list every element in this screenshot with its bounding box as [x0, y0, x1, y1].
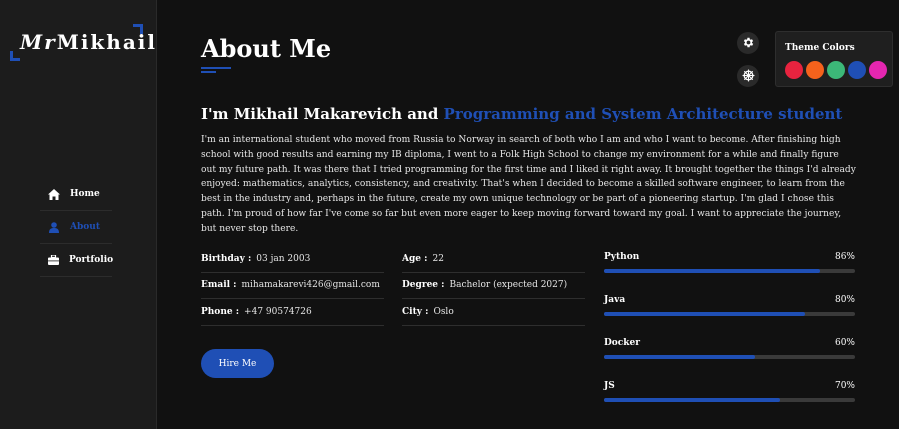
info-value[interactable]: mihamakarevi426@gmail.com [242, 280, 380, 290]
nav-item-home[interactable]: Home [40, 178, 112, 211]
skill-docker: Docker 60% [604, 338, 855, 381]
info-value: Oslo [433, 306, 454, 317]
info-key: Age : [402, 253, 428, 264]
logo[interactable]: MrMikhail [10, 24, 155, 61]
style-switcher-button[interactable] [737, 65, 759, 87]
info-value: 22 [432, 253, 444, 264]
info-row-birthday: Birthday : 03 jan 2003 [201, 246, 384, 273]
gear-icon [742, 34, 755, 53]
info-row-degree: Degree : Bachelor (expected 2027) [402, 273, 585, 299]
logo-corner-bottom-left [10, 51, 20, 61]
intro-role: Programming and System Architecture stud… [443, 105, 843, 123]
settings-button[interactable] [737, 32, 759, 54]
bio-paragraph: I'm an international student who moved f… [201, 135, 856, 234]
nav-item-label: Home [70, 189, 100, 199]
skill-percent: 80% [834, 295, 855, 305]
logo-name: Mikhail [56, 30, 157, 54]
skill-fill [604, 355, 755, 359]
skill-java: Java 80% [604, 295, 855, 338]
intro-heading: I'm Mikhail Makarevich and Programming a… [201, 105, 842, 123]
color-swatch-red[interactable] [785, 61, 803, 79]
wheel-icon [742, 67, 755, 86]
info-key: Email : [201, 280, 237, 291]
briefcase-icon [48, 254, 59, 266]
hire-me-button[interactable]: Hire Me [201, 349, 274, 378]
color-swatch-blue[interactable] [848, 61, 866, 79]
skill-track [604, 355, 855, 359]
info-row-phone: Phone : +47 90574726 [201, 299, 384, 326]
info-row-email: Email : mihamakarevi426@gmail.com [201, 273, 384, 299]
skill-name: Docker [604, 338, 640, 348]
nav-item-portfolio[interactable]: Portfolio [40, 244, 114, 277]
color-swatch-orange[interactable] [806, 61, 824, 79]
sidebar: MrMikhail Home About Portfolio [0, 0, 157, 429]
info-column-left: Birthday : 03 jan 2003 Email : mihamakar… [201, 246, 384, 326]
skill-percent: 70% [834, 381, 855, 391]
info-column-right: Age : 22 Degree : Bachelor (expected 202… [402, 246, 585, 326]
sidebar-nav: Home About Portfolio [40, 178, 114, 277]
logo-text: MrMikhail [20, 30, 157, 54]
skill-track [604, 312, 855, 316]
logo-prefix: Mr [20, 30, 57, 54]
skill-percent: 86% [834, 252, 855, 262]
nav-item-label: Portfolio [69, 255, 114, 265]
skill-fill [604, 269, 820, 273]
skill-fill [604, 398, 780, 402]
info-key: Degree : [402, 280, 445, 291]
user-icon [48, 221, 60, 233]
color-swatch-pink[interactable] [869, 61, 887, 79]
skill-name: Python [604, 252, 640, 262]
title-underline-short [201, 71, 216, 73]
color-swatches [785, 61, 887, 79]
info-value: +47 90574726 [244, 306, 312, 317]
nav-item-label: About [70, 222, 100, 232]
info-key: City : [402, 306, 429, 317]
skill-js: JS 70% [604, 381, 855, 424]
skill-name: JS [604, 381, 615, 391]
theme-panel-title: Theme Colors [785, 43, 855, 53]
intro-lead: I'm Mikhail Makarevich and [201, 105, 444, 123]
info-row-city: City : Oslo [402, 299, 585, 326]
home-icon [48, 188, 60, 200]
title-underline [201, 67, 231, 69]
color-swatch-green[interactable] [827, 61, 845, 79]
skill-track [604, 398, 855, 402]
info-key: Phone : [201, 306, 240, 317]
theme-colors-panel: Theme Colors [775, 31, 893, 87]
skills-list: Python 86% Java 80% Docker 60% JS 70% [604, 252, 855, 424]
page-title: About Me [201, 34, 332, 63]
info-value: Bachelor (expected 2027) [449, 280, 568, 291]
info-row-age: Age : 22 [402, 246, 585, 273]
skill-python: Python 86% [604, 252, 855, 295]
info-value: 03 jan 2003 [256, 253, 311, 264]
skill-fill [604, 312, 805, 316]
skill-name: Java [604, 295, 626, 305]
skill-track [604, 269, 855, 273]
skill-percent: 60% [834, 338, 855, 348]
info-key: Birthday : [201, 253, 252, 264]
nav-item-about[interactable]: About [40, 211, 112, 244]
